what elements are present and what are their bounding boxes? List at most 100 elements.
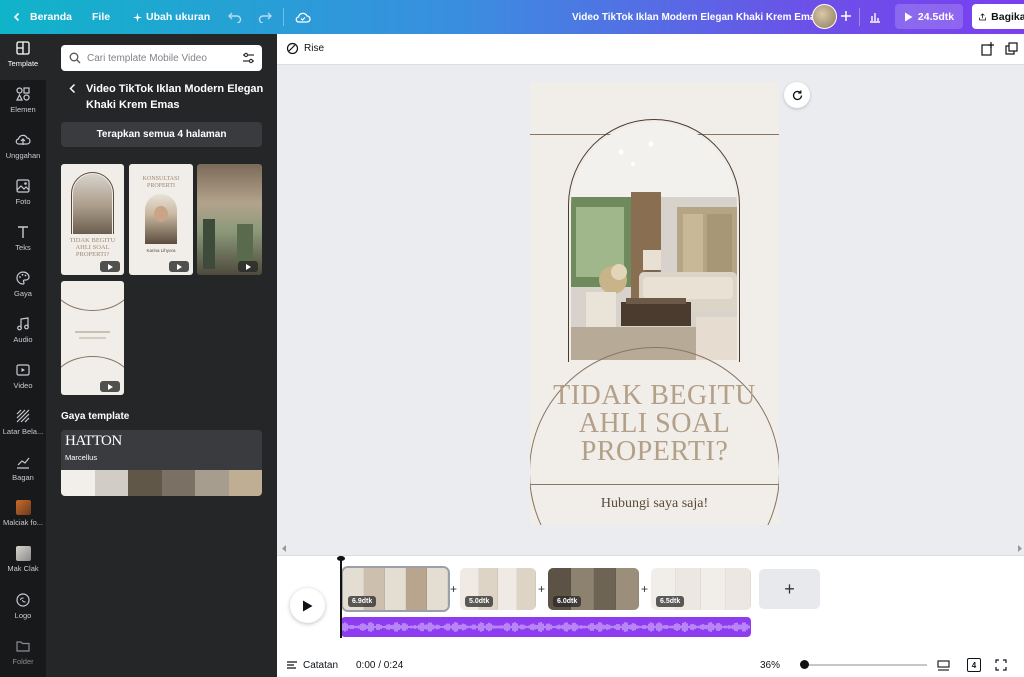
timeline-clip-2[interactable]: 5.0dtk (460, 568, 536, 610)
divider-line (530, 484, 779, 485)
duration-label: 24.5dtk (917, 10, 955, 23)
design-page[interactable]: TIDAK BEGITU AHLI SOAL PROPERTI? Hubungi… (530, 82, 779, 525)
search-box[interactable] (61, 45, 262, 71)
subline-text[interactable]: Hubungi saya saja! (530, 496, 779, 512)
template-page-thumb-4[interactable] (61, 281, 124, 395)
fullscreen-icon (995, 659, 1007, 671)
color-swatch[interactable] (161, 470, 195, 496)
clip-duration: 6.9dtk (348, 596, 377, 607)
regenerate-button[interactable] (784, 82, 810, 108)
file-menu[interactable]: File (92, 0, 110, 34)
photo-icon (16, 179, 30, 193)
logo-icon (16, 593, 30, 607)
template-page-thumb-3[interactable] (197, 164, 262, 275)
zoom-slider-track[interactable] (805, 664, 927, 666)
play-icon (303, 600, 313, 611)
zoom-slider-knob[interactable] (800, 660, 809, 669)
playhead[interactable] (337, 556, 345, 638)
color-swatch[interactable] (61, 470, 95, 496)
preview-play-button[interactable]: 24.5dtk (895, 4, 963, 29)
audio-track[interactable] (341, 617, 751, 637)
document-title-text: Video TikTok Iklan Modern Elegan Khaki K… (572, 11, 821, 23)
insert-transition-button[interactable]: + (538, 582, 545, 596)
rail-item-audio[interactable]: Audio (0, 310, 46, 356)
sparkle-icon (133, 12, 142, 22)
rail-item-folder[interactable]: Folder (0, 632, 46, 677)
notes-button[interactable]: Catatan (286, 653, 338, 677)
filter-icon[interactable] (242, 52, 255, 64)
template-page-thumb-2[interactable]: KONSULTASI PROPERTI Karina Lihyora (129, 164, 193, 275)
editor-toolbar: Rise (277, 34, 1024, 65)
rail-item-text[interactable]: Teks (0, 218, 46, 264)
timeline-play-button[interactable] (290, 588, 325, 623)
toolbar-divider (859, 8, 860, 26)
color-swatch[interactable] (94, 470, 128, 496)
palette-icon (16, 271, 30, 285)
rail-item-charts[interactable]: Bagan (0, 448, 46, 494)
timeline-scrollbar[interactable] (277, 542, 1024, 555)
insights-button[interactable] (868, 0, 882, 34)
color-swatch[interactable] (128, 470, 162, 496)
rail-item-photos[interactable]: Foto (0, 172, 46, 218)
audio-icon (17, 317, 29, 331)
zoom-label: 36% (760, 659, 781, 671)
rail-item-elements[interactable]: Elemen (0, 80, 46, 126)
home-link[interactable]: Beranda (12, 0, 72, 34)
apply-all-pages-button[interactable]: Terapkan semua 4 halaman (61, 122, 262, 147)
timeline-clip-4[interactable]: 6.5dtk (651, 568, 751, 610)
redo-button[interactable] (258, 0, 272, 34)
toolbar-divider (283, 8, 284, 26)
pages-view-button[interactable] (937, 653, 950, 677)
home-label: Beranda (30, 11, 73, 23)
timeline-clip-3[interactable]: 6.0dtk (548, 568, 639, 610)
undo-icon (228, 12, 242, 23)
insert-transition-button[interactable]: + (450, 582, 457, 596)
rail-label: Mak Clak (7, 564, 39, 573)
duplicate-page-icon[interactable] (1005, 42, 1018, 55)
headline-text[interactable]: TIDAK BEGITU AHLI SOAL PROPERTI? (530, 382, 779, 466)
fullscreen-button[interactable] (995, 653, 1007, 677)
rail-item-background[interactable]: Latar Bela... (0, 402, 46, 448)
template-page-thumb-1[interactable]: TIDAK BEGITU AHLI SOAL PROPERTI? (61, 164, 124, 275)
color-swatch[interactable] (195, 470, 229, 496)
template-style-card[interactable]: HATTON Marcellus (61, 430, 262, 496)
undo-button[interactable] (228, 0, 242, 34)
rail-item-uploads[interactable]: Unggahan (0, 126, 46, 172)
resize-menu[interactable]: Ubah ukuran (133, 0, 210, 34)
rail-item-video[interactable]: Video (0, 356, 46, 402)
background-icon (16, 409, 30, 423)
animation-button[interactable]: Rise (286, 42, 324, 55)
elements-icon (16, 87, 30, 101)
rail-label: Unggahan (5, 151, 41, 160)
rail-item-folder-1[interactable]: Malciak fo... (0, 494, 46, 540)
share-button[interactable]: Bagikan (972, 4, 1024, 29)
add-page-icon[interactable] (981, 42, 994, 56)
rail-label: Video (13, 381, 33, 390)
zoom-readout[interactable]: 36% (760, 653, 780, 677)
add-collaborator-icon[interactable] (838, 8, 854, 24)
document-title[interactable]: Video TikTok Iklan Modern Elegan Khaki K… (572, 0, 821, 34)
avatar[interactable] (812, 4, 837, 29)
folder-thumb (15, 546, 31, 561)
color-swatch[interactable] (228, 470, 262, 496)
rail-item-template[interactable]: Template (0, 34, 46, 80)
rail-item-folder-2[interactable]: Mak Clak (0, 540, 46, 586)
page-count-button[interactable]: 4 (967, 653, 981, 677)
rail-item-styles[interactable]: Gaya (0, 264, 46, 310)
add-page-button[interactable]: + (759, 569, 820, 609)
rail-item-logo[interactable]: Logo (0, 586, 46, 632)
style-font-name: HATTON (65, 433, 122, 449)
left-rail: Template Elemen Unggahan Foto Teks Gaya … (0, 34, 46, 677)
back-arrow-icon[interactable] (68, 83, 78, 94)
refresh-icon (792, 90, 802, 100)
cloud-save-button[interactable] (295, 0, 311, 34)
video-badge (100, 261, 120, 272)
rail-label: Bagan (12, 473, 34, 482)
rail-label: Gaya (14, 289, 32, 298)
rail-label: Audio (13, 335, 33, 344)
search-input[interactable] (87, 45, 232, 71)
insert-transition-button[interactable]: + (641, 582, 648, 596)
video-badge (238, 261, 258, 272)
timeline-clip-1[interactable]: 6.9dtk (343, 568, 448, 610)
file-label: File (92, 11, 111, 23)
